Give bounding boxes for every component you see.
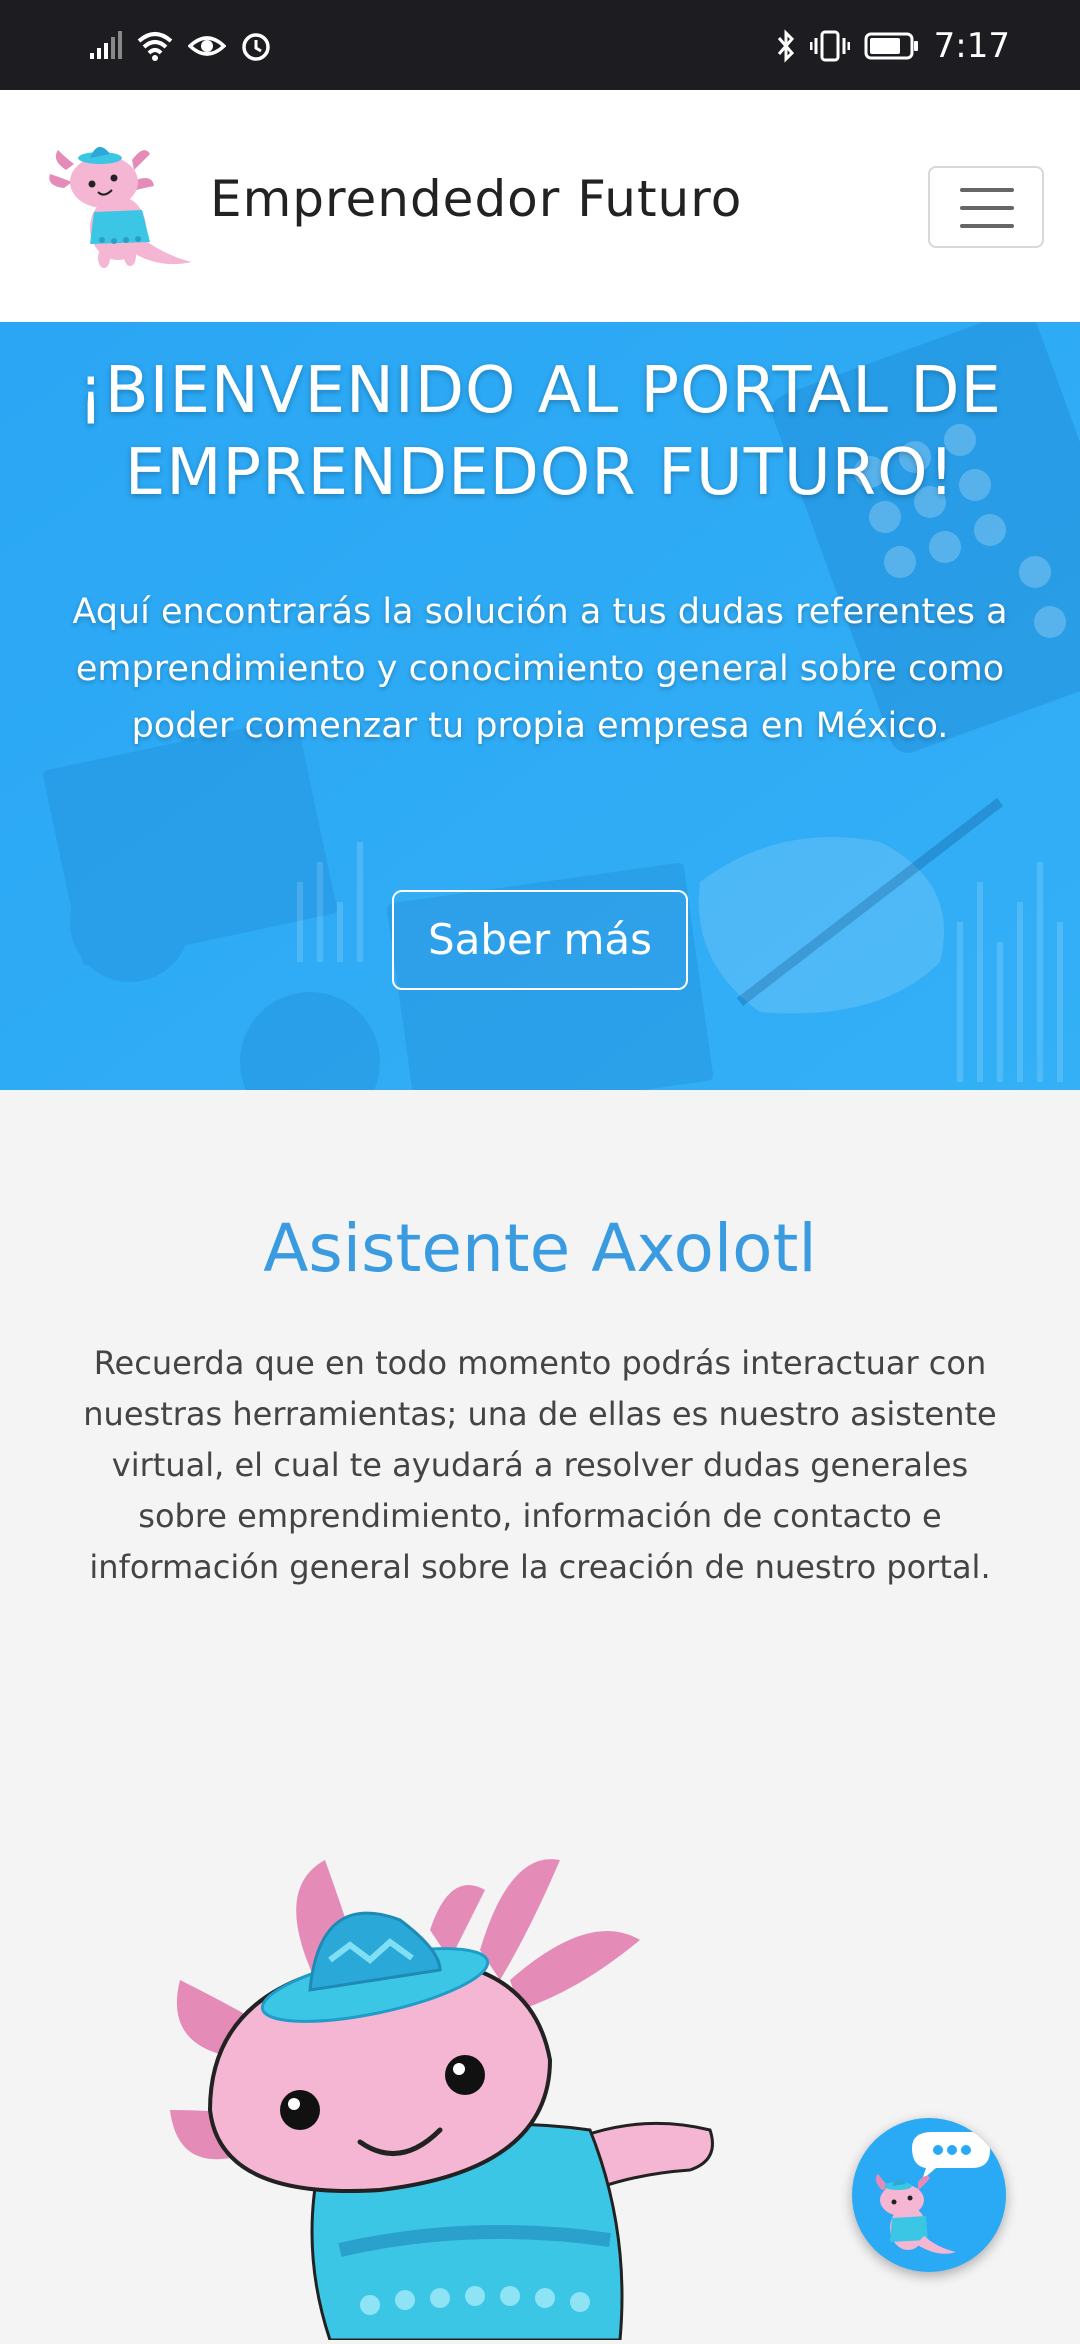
battery-icon [864, 31, 920, 61]
eye-icon [188, 32, 226, 60]
axolotl-logo-icon[interactable] [46, 130, 196, 280]
assistant-section-text: Recuerda que en todo momento podrás inte… [83, 1344, 997, 1586]
hamburger-menu-icon [960, 224, 1014, 228]
signal-icon [88, 31, 122, 61]
bluetooth-icon [776, 29, 796, 63]
wifi-icon [136, 31, 174, 61]
axolotl-avatar-icon [875, 2174, 956, 2254]
alarm-icon [240, 30, 272, 62]
hamburger-menu-button[interactable] [928, 166, 1044, 248]
status-right-icons: 7:17 [776, 24, 1010, 68]
brand-name[interactable]: Emprendedor Futuro [210, 170, 742, 228]
hero-description: Aquí encontrarás la solución a tus dudas… [72, 592, 1008, 746]
hamburger-menu-icon [960, 206, 1014, 210]
status-time: 7:17 [933, 26, 1010, 66]
vibrate-icon [809, 29, 850, 63]
hero-title: ¡BIENVENIDO AL PORTAL DE EMPRENDEDOR FUT… [78, 354, 1002, 510]
status-left-icons [88, 24, 272, 68]
status-bar: 7:17 [0, 0, 1080, 90]
hamburger-menu-icon [960, 188, 1014, 192]
chat-bubble-icon [912, 2132, 990, 2180]
navbar: Emprendedor Futuro [0, 90, 1080, 322]
chat-assistant-button[interactable] [852, 2118, 1006, 2272]
hero-banner: ¡BIENVENIDO AL PORTAL DE EMPRENDEDOR FUT… [0, 322, 1080, 1090]
assistant-section-title: Asistente Axolotl [263, 1210, 817, 1287]
saber-mas-button[interactable]: Saber más [392, 890, 688, 990]
axolotl-mascot-image [150, 1830, 770, 2344]
